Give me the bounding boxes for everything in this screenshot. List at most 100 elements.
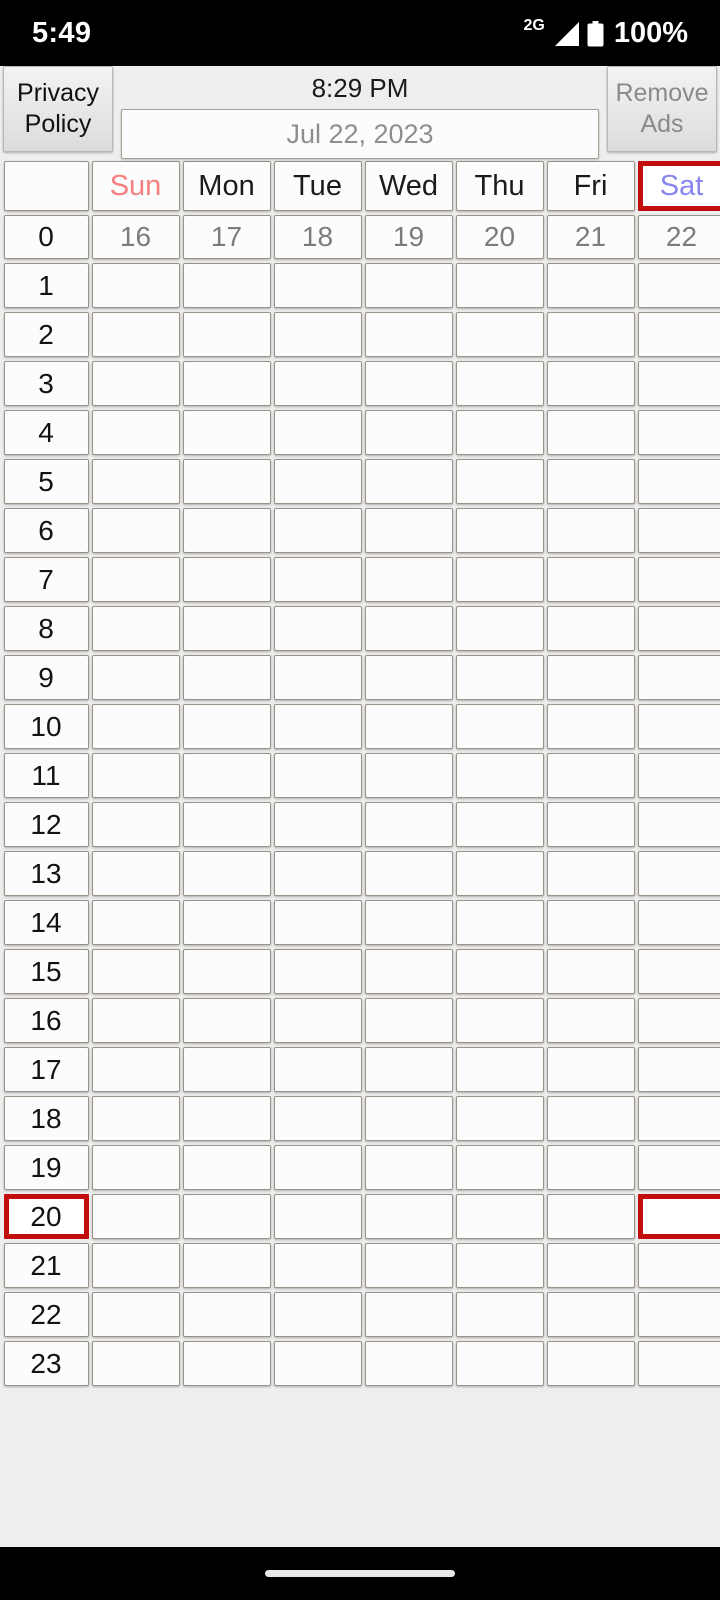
calendar-datenum-cell[interactable]: 17 <box>182 215 271 259</box>
calendar-event-cell[interactable] <box>273 1292 362 1337</box>
calendar-event-cell[interactable] <box>546 312 635 357</box>
calendar-dayname-wed[interactable]: Wed <box>364 161 453 211</box>
calendar-event-cell[interactable] <box>91 1194 180 1239</box>
calendar-event-cell[interactable] <box>273 1145 362 1190</box>
calendar-event-cell[interactable] <box>182 1047 271 1092</box>
calendar-event-cell[interactable] <box>637 606 720 651</box>
calendar-event-cell[interactable] <box>455 263 544 308</box>
home-indicator[interactable] <box>265 1570 455 1577</box>
calendar-event-cell[interactable] <box>364 753 453 798</box>
calendar-event-cell[interactable] <box>182 361 271 406</box>
calendar-event-cell[interactable] <box>91 949 180 994</box>
calendar-event-cell[interactable] <box>546 802 635 847</box>
calendar-dayname-thu[interactable]: Thu <box>455 161 544 211</box>
calendar-event-cell[interactable] <box>455 655 544 700</box>
calendar-event-cell[interactable] <box>546 1145 635 1190</box>
calendar-hour-header-3[interactable]: 3 <box>3 361 89 406</box>
calendar-event-cell[interactable] <box>182 557 271 602</box>
date-picker-field[interactable]: Jul 22, 2023 <box>121 109 599 159</box>
calendar-hour-header-13[interactable]: 13 <box>3 851 89 896</box>
calendar-event-cell[interactable] <box>546 1096 635 1141</box>
calendar-event-cell[interactable] <box>455 508 544 553</box>
calendar-event-cell[interactable] <box>273 753 362 798</box>
calendar-event-cell[interactable] <box>91 312 180 357</box>
calendar-event-cell[interactable] <box>364 949 453 994</box>
calendar-dayname-sun[interactable]: Sun <box>91 161 180 211</box>
calendar-event-cell[interactable] <box>637 753 720 798</box>
calendar-event-cell[interactable] <box>182 949 271 994</box>
calendar-datenum-cell[interactable]: 20 <box>455 215 544 259</box>
calendar-hour-header-0[interactable]: 0 <box>3 215 89 259</box>
calendar-event-cell[interactable] <box>637 361 720 406</box>
calendar-event-cell[interactable] <box>182 312 271 357</box>
calendar-hour-header-1[interactable]: 1 <box>3 263 89 308</box>
calendar-event-cell[interactable] <box>637 900 720 945</box>
calendar-event-cell[interactable] <box>637 263 720 308</box>
calendar-event-cell[interactable] <box>546 1047 635 1092</box>
calendar-event-cell[interactable] <box>364 851 453 896</box>
calendar-event-cell[interactable] <box>546 704 635 749</box>
calendar-hour-header-9[interactable]: 9 <box>3 655 89 700</box>
calendar-event-cell[interactable] <box>182 1145 271 1190</box>
calendar-event-cell[interactable] <box>91 802 180 847</box>
calendar-event-cell[interactable] <box>273 1096 362 1141</box>
calendar-event-cell[interactable] <box>546 1243 635 1288</box>
calendar-event-cell[interactable] <box>273 1341 362 1386</box>
calendar-dayname-fri[interactable]: Fri <box>546 161 635 211</box>
calendar-event-cell[interactable] <box>273 704 362 749</box>
calendar-event-cell[interactable] <box>546 851 635 896</box>
calendar-event-cell[interactable] <box>182 606 271 651</box>
calendar-event-cell[interactable] <box>182 998 271 1043</box>
calendar-event-cell[interactable] <box>273 1194 362 1239</box>
calendar-event-cell[interactable] <box>91 606 180 651</box>
calendar-datenum-cell[interactable]: 22 <box>637 215 720 259</box>
calendar-event-cell[interactable] <box>364 1292 453 1337</box>
calendar-hour-header-14[interactable]: 14 <box>3 900 89 945</box>
calendar-event-cell[interactable] <box>455 1047 544 1092</box>
calendar-event-cell[interactable] <box>91 704 180 749</box>
calendar-event-cell[interactable] <box>637 508 720 553</box>
calendar-event-cell[interactable] <box>91 263 180 308</box>
calendar-event-cell[interactable] <box>364 361 453 406</box>
calendar-hour-header-17[interactable]: 17 <box>3 1047 89 1092</box>
calendar-event-cell[interactable] <box>364 263 453 308</box>
calendar-event-cell[interactable] <box>273 312 362 357</box>
calendar-datenum-cell[interactable]: 21 <box>546 215 635 259</box>
privacy-policy-button[interactable]: Privacy Policy <box>3 66 113 152</box>
calendar-event-cell[interactable] <box>546 557 635 602</box>
calendar-hour-header-8[interactable]: 8 <box>3 606 89 651</box>
calendar-event-cell[interactable] <box>546 1292 635 1337</box>
calendar-event-cell[interactable] <box>182 1194 271 1239</box>
calendar-event-cell[interactable] <box>637 1243 720 1288</box>
calendar-event-cell[interactable] <box>91 557 180 602</box>
calendar-event-cell[interactable] <box>273 459 362 504</box>
calendar-event-cell[interactable] <box>455 802 544 847</box>
calendar-event-cell[interactable] <box>546 949 635 994</box>
calendar-event-cell[interactable] <box>637 655 720 700</box>
calendar-event-cell[interactable] <box>182 655 271 700</box>
calendar-event-cell[interactable] <box>546 1194 635 1239</box>
calendar-event-cell[interactable] <box>546 410 635 455</box>
calendar-event-cell[interactable] <box>273 508 362 553</box>
calendar-event-cell[interactable] <box>182 1096 271 1141</box>
calendar-event-cell[interactable] <box>637 949 720 994</box>
calendar-event-cell[interactable] <box>637 1096 720 1141</box>
calendar-event-cell[interactable] <box>273 851 362 896</box>
calendar-event-cell[interactable] <box>364 1145 453 1190</box>
calendar-event-cell[interactable] <box>455 900 544 945</box>
calendar-event-cell[interactable] <box>273 1047 362 1092</box>
calendar-event-cell[interactable] <box>637 312 720 357</box>
calendar-event-cell[interactable] <box>546 263 635 308</box>
calendar-event-cell[interactable] <box>364 1243 453 1288</box>
calendar-event-cell[interactable] <box>455 851 544 896</box>
calendar-event-cell[interactable] <box>364 802 453 847</box>
calendar-datenum-cell[interactable]: 16 <box>91 215 180 259</box>
calendar-event-cell[interactable] <box>273 802 362 847</box>
calendar-event-cell[interactable] <box>455 312 544 357</box>
calendar-event-cell[interactable] <box>455 557 544 602</box>
calendar-event-cell[interactable] <box>364 655 453 700</box>
calendar-event-cell[interactable] <box>455 704 544 749</box>
calendar-event-cell[interactable] <box>91 998 180 1043</box>
calendar-event-cell[interactable] <box>364 704 453 749</box>
calendar-event-cell[interactable] <box>91 753 180 798</box>
